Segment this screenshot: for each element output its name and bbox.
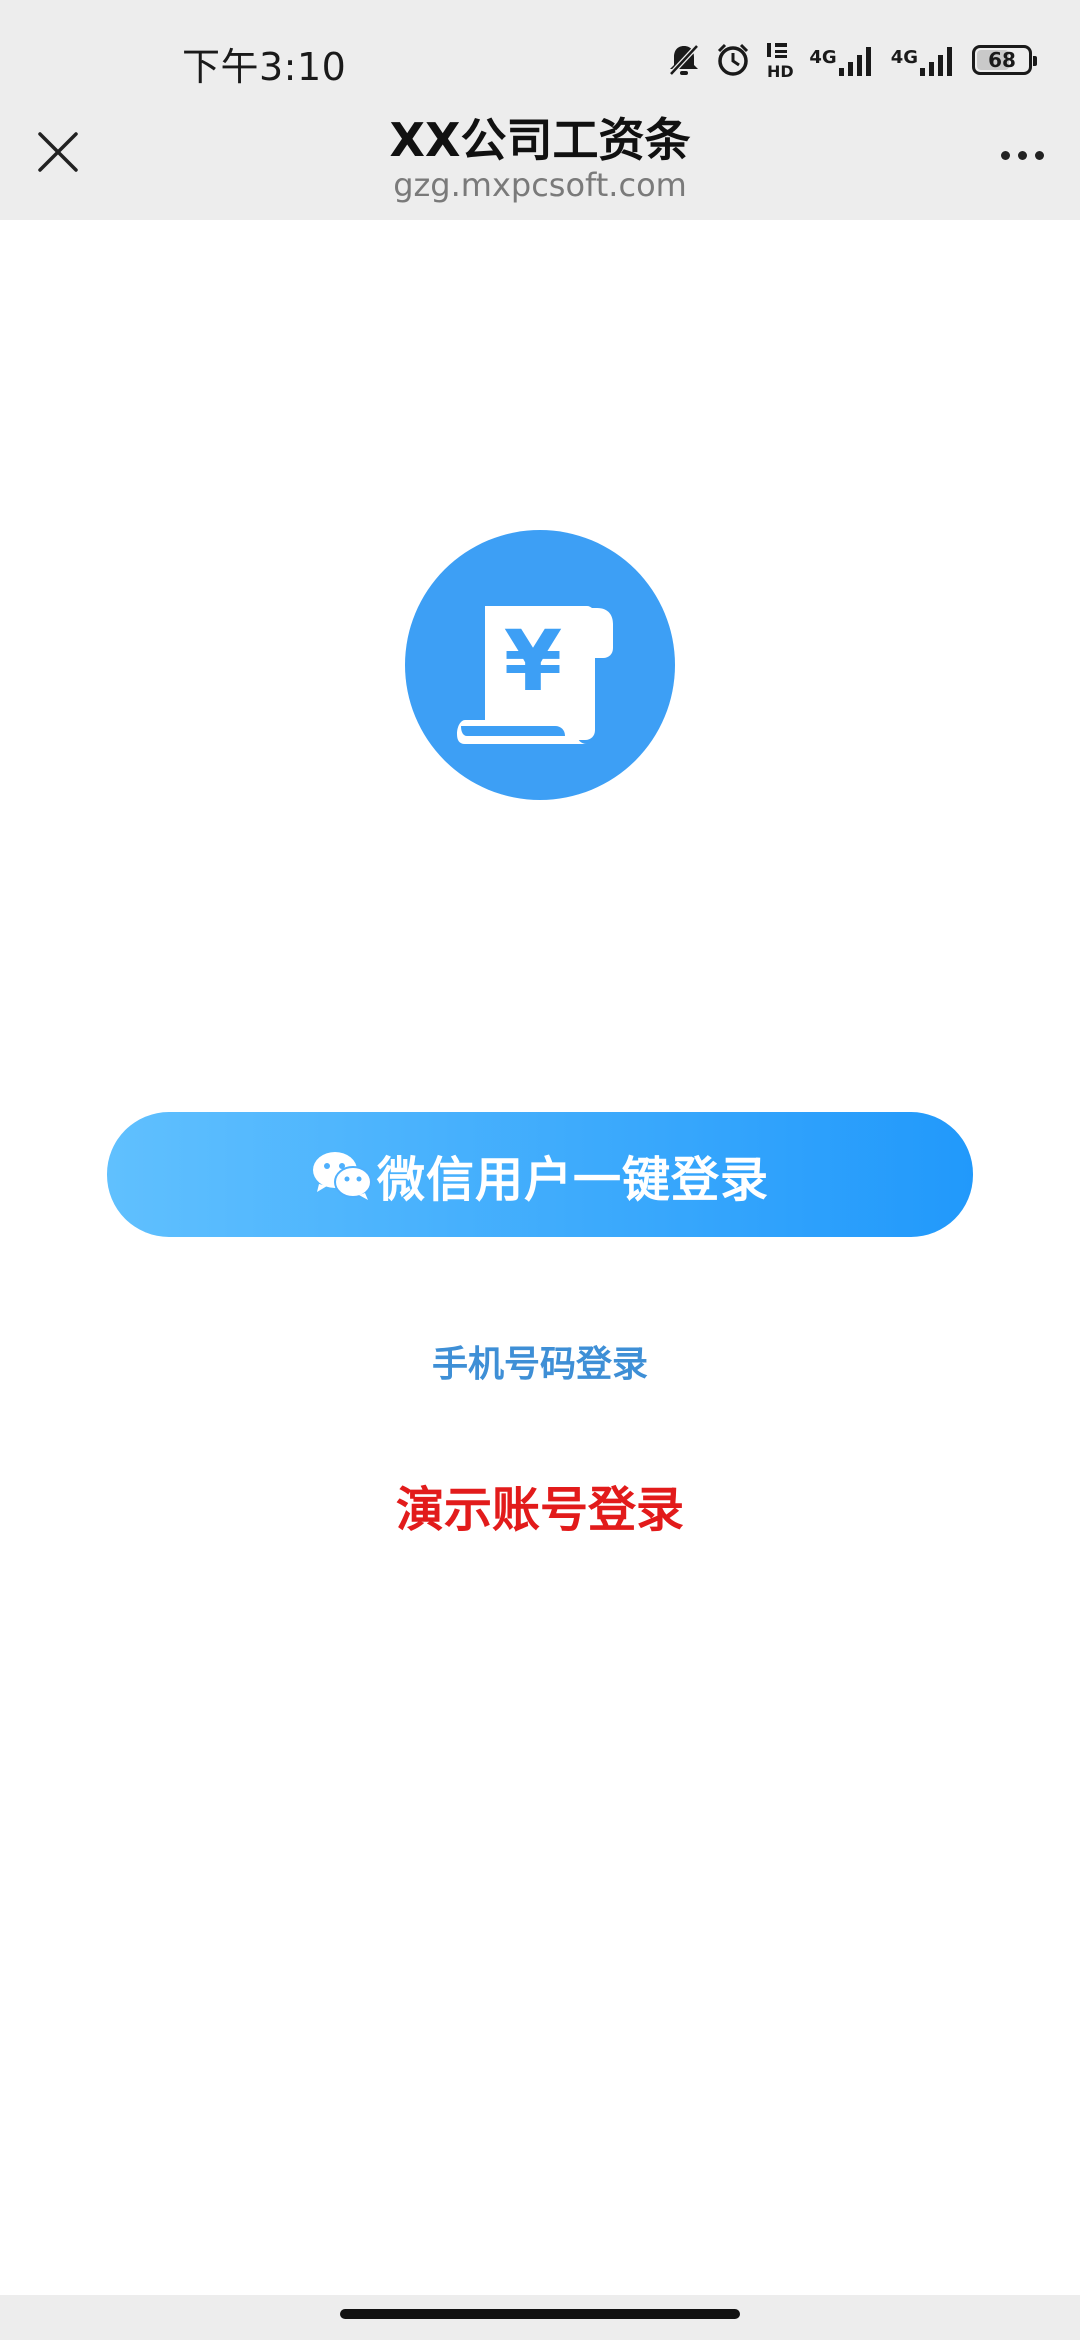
payslip-scroll-icon: ¥ (457, 606, 613, 744)
navigation-bar (0, 2295, 1080, 2340)
title-bar: XX公司工资条 gzg.mxpcsoft.com (0, 100, 1080, 220)
phone-login-row: 手机号码登录 (0, 1335, 1080, 1387)
signal-1: 4G (809, 42, 876, 78)
more-icon-dot (1017, 150, 1027, 160)
more-icon (1000, 150, 1010, 160)
battery-text: 68 (988, 48, 1016, 72)
status-time: 下午3:10 (182, 45, 347, 89)
demo-login-link[interactable]: 演示账号登录 (396, 1482, 684, 1538)
battery-icon: 68 (972, 45, 1037, 75)
app-logo: ¥ (405, 530, 675, 800)
status-bar: 下午3:10 HD 4G 4G 68 (0, 0, 1080, 110)
demo-login-row: 演示账号登录 (0, 1470, 1080, 1540)
network-label-2: 4G (890, 47, 918, 68)
network-label-1: 4G (809, 47, 837, 68)
phone-login-link[interactable]: 手机号码登录 (432, 1344, 648, 1385)
mute-bell-icon (669, 44, 700, 76)
page-title: XX公司工资条 (389, 113, 691, 167)
hd-label: HD (767, 62, 794, 79)
signal-icon (838, 47, 871, 76)
wechat-icon (312, 1151, 372, 1200)
alarm-icon (718, 43, 749, 76)
status-icons: HD 4G 4G 68 (667, 38, 1037, 82)
top-area: 下午3:10 HD 4G 4G 68 XX公司工资条 gzg.mxpcsoft.… (0, 0, 1080, 220)
signal-2: 4G (891, 42, 958, 78)
hd-icon: HD (767, 43, 794, 79)
more-icon-dot (1034, 150, 1044, 160)
home-indicator[interactable] (340, 2309, 740, 2319)
signal-icon (920, 47, 952, 76)
logo-symbol: ¥ (504, 612, 562, 710)
wechat-login-label: 微信用户一键登录 (376, 1151, 769, 1208)
wechat-login-button[interactable]: 微信用户一键登录 (107, 1112, 973, 1237)
screen: 下午3:10 HD 4G 4G 68 XX公司工资条 gzg.mxpcsoft.… (0, 0, 1080, 2340)
more-button[interactable] (992, 130, 1052, 180)
page-url: gzg.mxpcsoft.com (393, 166, 687, 204)
